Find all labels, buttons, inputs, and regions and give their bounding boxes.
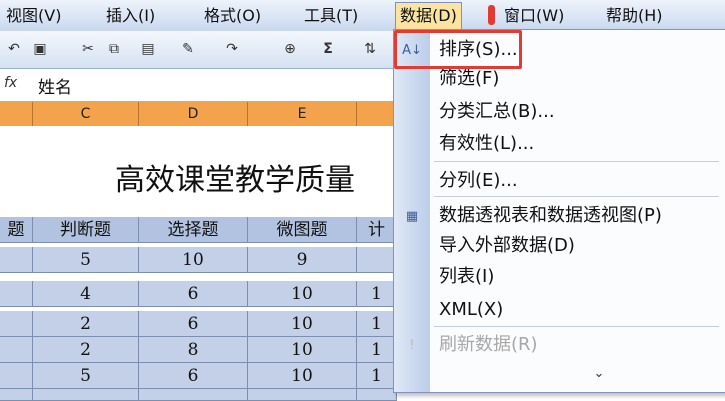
- menu-item-subtotals[interactable]: 分类汇总(B)...: [439, 97, 555, 127]
- standard-toolbar: ↶ ▣ ✂ ⧉ ▤ ✎ ↷ ⊕ Σ ⇅: [0, 31, 400, 69]
- pivot-table-icon: ▦: [405, 209, 419, 224]
- table-cell[interactable]: 4: [33, 281, 139, 307]
- column-header-b[interactable]: [0, 102, 33, 126]
- menu-window[interactable]: 窗口(W): [500, 3, 568, 29]
- column-headers: C D E: [0, 102, 400, 126]
- table-cell[interactable]: [0, 281, 33, 307]
- table-cell[interactable]: 5: [33, 247, 139, 273]
- double-chevron-down-icon[interactable]: ⌄: [589, 366, 609, 382]
- formula-input[interactable]: 姓名: [38, 73, 72, 98]
- table-cell[interactable]: 10: [139, 247, 248, 273]
- hyperlink-icon[interactable]: ⊕: [280, 39, 300, 59]
- table-cell[interactable]: 10: [248, 281, 357, 307]
- cut-icon[interactable]: ✂: [78, 39, 98, 59]
- table-cell[interactable]: 6: [139, 363, 248, 389]
- redo-icon[interactable]: ↷: [222, 39, 242, 59]
- table-cell[interactable]: 8: [139, 337, 248, 363]
- table-cell[interactable]: 5: [33, 363, 139, 389]
- table-cell[interactable]: [0, 247, 33, 273]
- table-cell[interactable]: 6: [139, 311, 248, 337]
- table-header-cell[interactable]: 判断题: [33, 217, 139, 243]
- table-cell[interactable]: [357, 247, 397, 273]
- menu-tools[interactable]: 工具(T): [300, 3, 362, 29]
- column-header-c[interactable]: C: [33, 102, 139, 126]
- menu-item-refresh-data: 刷新数据(R): [439, 334, 538, 355]
- menu-view[interactable]: 视图(V): [2, 3, 65, 29]
- paste-icon[interactable]: ▤: [138, 39, 158, 59]
- table-cell[interactable]: [33, 389, 139, 401]
- menu-separator: [434, 161, 719, 162]
- table-header-cell[interactable]: 选择题: [139, 217, 248, 243]
- column-header-d[interactable]: D: [139, 102, 248, 126]
- sort-ascending-icon[interactable]: ⇅: [360, 39, 380, 59]
- menu-item-import-external-data[interactable]: 导入外部数据(D): [439, 231, 575, 261]
- table-cell[interactable]: 1: [357, 311, 397, 337]
- table-header-cell[interactable]: 微图题: [248, 217, 357, 243]
- menu-data[interactable]: 数据(D): [395, 2, 462, 30]
- table-cell[interactable]: 2: [33, 337, 139, 363]
- pointer-marker: [488, 5, 495, 25]
- menu-separator: [434, 196, 719, 197]
- table-cell[interactable]: [0, 311, 33, 337]
- format-painter-icon[interactable]: ✎: [178, 39, 198, 59]
- menu-item-validation[interactable]: 有效性(L)...: [439, 129, 534, 159]
- menu-format[interactable]: 格式(O): [200, 3, 265, 29]
- menu-item-pivot-table[interactable]: 数据透视表和数据透视图(P): [439, 201, 662, 231]
- table-cell[interactable]: 1: [357, 281, 397, 307]
- table-cell[interactable]: [357, 389, 397, 401]
- table-cell[interactable]: 1: [357, 337, 397, 363]
- menu-bar: 视图(V) 插入(I) 格式(O) 工具(T) 数据(D) 窗口(W) 帮助(H…: [0, 0, 725, 32]
- undo-icon[interactable]: ↶: [4, 39, 24, 59]
- menu-insert[interactable]: 插入(I): [102, 3, 159, 29]
- menu-item-xml[interactable]: XML(X): [439, 295, 503, 325]
- table-cell[interactable]: [248, 389, 357, 401]
- copy-icon[interactable]: ⧉: [104, 39, 124, 59]
- table-header-cell[interactable]: 题: [0, 217, 33, 243]
- table-cell[interactable]: 9: [248, 247, 357, 273]
- table-cell[interactable]: 6: [139, 281, 248, 307]
- table-cell[interactable]: [0, 337, 33, 363]
- refresh-icon: !: [409, 338, 415, 353]
- menu-item-list[interactable]: 列表(I): [439, 262, 494, 292]
- table-cell[interactable]: 10: [248, 311, 357, 337]
- table-cell[interactable]: 1: [357, 363, 397, 389]
- table-cell[interactable]: 10: [248, 337, 357, 363]
- sheet-title[interactable]: 高效课堂教学质量: [115, 155, 355, 199]
- table-cell[interactable]: 10: [248, 363, 357, 389]
- menu-help[interactable]: 帮助(H): [602, 3, 667, 29]
- menu-item-text-to-columns[interactable]: 分列(E)...: [439, 166, 518, 196]
- formula-bar: fx 姓名: [0, 69, 400, 102]
- table-header-cell[interactable]: 计: [357, 217, 397, 243]
- table-cell[interactable]: [0, 363, 33, 389]
- table-cell[interactable]: [0, 389, 33, 401]
- table-cell[interactable]: [139, 389, 248, 401]
- table-cell[interactable]: 2: [33, 311, 139, 337]
- column-header-e[interactable]: E: [248, 102, 357, 126]
- fx-icon[interactable]: fx: [4, 75, 17, 91]
- save-icon[interactable]: ▣: [30, 39, 50, 59]
- menu-separator: [434, 326, 719, 327]
- data-menu-dropdown: A↓ 排序(S)... 筛选(F) 分类汇总(B)... 有效性(L)... 分…: [393, 29, 725, 393]
- autosum-icon[interactable]: Σ: [318, 39, 338, 59]
- sort-highlight-box: [394, 30, 522, 69]
